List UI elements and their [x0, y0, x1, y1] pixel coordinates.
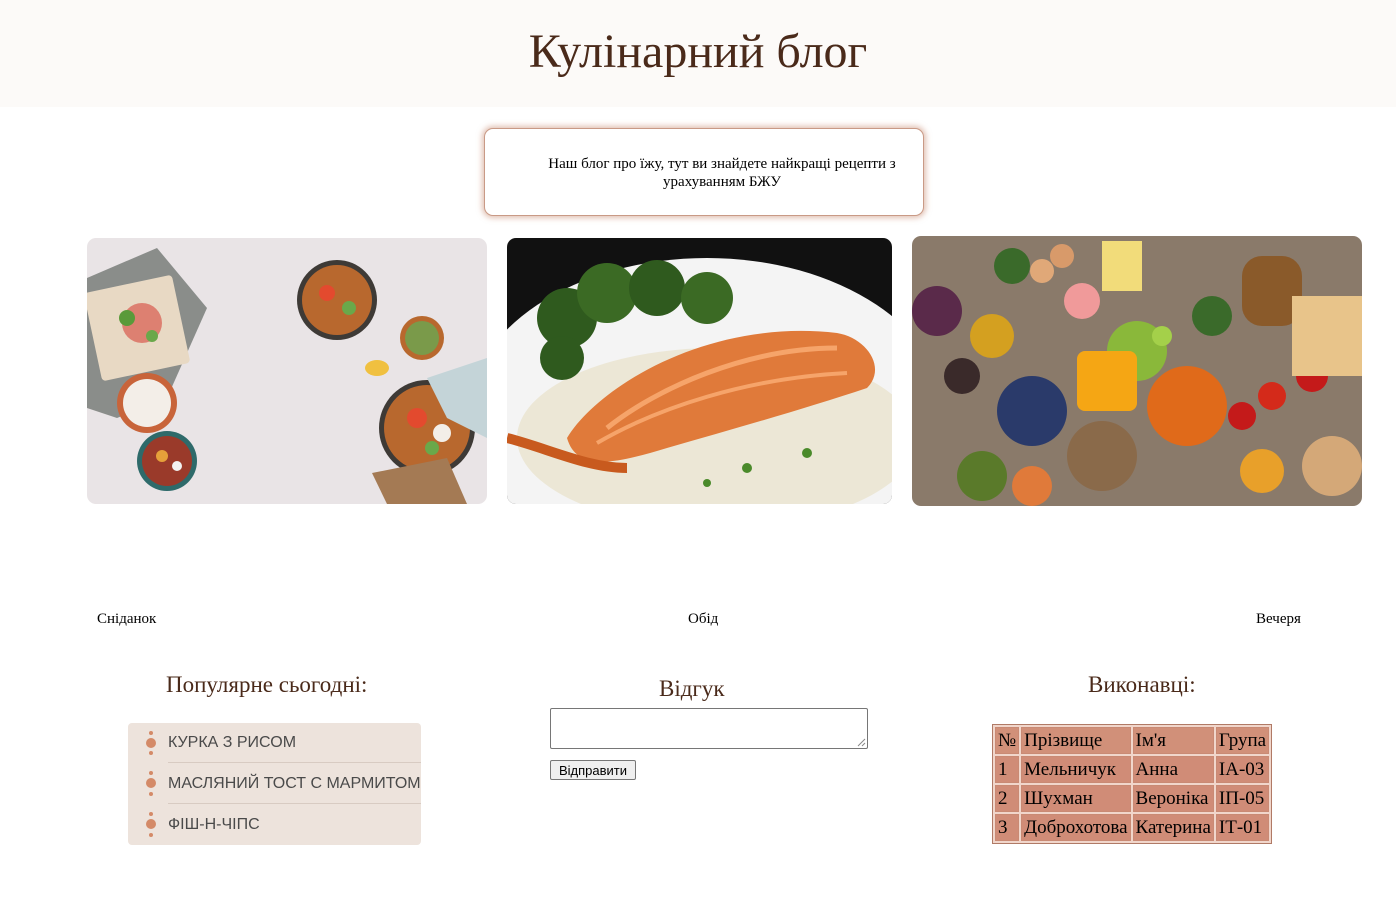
- bullet-tick: [149, 812, 153, 816]
- table-cell: Катерина: [1132, 814, 1214, 841]
- table-cell: ІТ-01: [1215, 814, 1270, 841]
- bullet-tick: [149, 833, 153, 837]
- salmon-photo: [507, 238, 892, 504]
- feedback-title: Відгук: [659, 676, 725, 701]
- meal-caption-dinner: Вечеря: [1256, 611, 1301, 627]
- authors-table: № Прізвище Ім'я Група 1 Мельничук Анна І…: [992, 724, 1273, 844]
- table-cell: Вероніка: [1132, 785, 1214, 812]
- table-row: 2 Шухман Вероніка ІП-05: [995, 785, 1270, 812]
- bullet-tick: [149, 771, 153, 775]
- meal-caption-lunch: Обід: [688, 611, 719, 627]
- page-title: Кулінарний блог: [528, 25, 868, 78]
- column-header: Ім'я: [1132, 727, 1214, 754]
- bullet-icon: [146, 778, 156, 788]
- table-header-row: № Прізвище Ім'я Група: [995, 727, 1270, 754]
- send-button[interactable]: Відправити: [550, 760, 636, 780]
- table-cell: Анна: [1132, 756, 1214, 783]
- table-row: 3 Доброхотова Катерина ІТ-01: [995, 814, 1270, 841]
- popular-item-fish-chips[interactable]: ФІШ-Н-ЧІПС: [168, 805, 421, 845]
- groceries-photo: [912, 236, 1362, 506]
- bullet-icon: [146, 819, 156, 829]
- bullet-tick: [149, 751, 153, 755]
- breakfast-image: [87, 238, 487, 504]
- intro-box: Наш блог про їжу, тут ви знайдете найкра…: [484, 128, 924, 216]
- popular-title: Популярне сьогодні:: [166, 672, 368, 697]
- bullet-icon: [146, 738, 156, 748]
- bullet-tick: [149, 731, 153, 735]
- table-cell: Мельничук: [1021, 756, 1131, 783]
- popular-item-marmite-toast[interactable]: МАСЛЯНИЙ ТОСТ С МАРМИТОМ: [168, 764, 421, 804]
- table-cell: 1: [995, 756, 1020, 783]
- intro-text: Наш блог про їжу, тут ви знайдете найкра…: [548, 156, 896, 190]
- site-header: Кулінарний блог: [0, 0, 1396, 107]
- table-cell: ІП-05: [1215, 785, 1270, 812]
- table-cell: ІА-03: [1215, 756, 1270, 783]
- table-cell: Шухман: [1021, 785, 1131, 812]
- table-cell: 2: [995, 785, 1020, 812]
- groceries-image: [912, 236, 1362, 506]
- breakfast-photo: [87, 238, 487, 504]
- authors-title: Виконавці:: [1088, 672, 1196, 697]
- table-row: 1 Мельничук Анна ІА-03: [995, 756, 1270, 783]
- bullet-tick: [149, 792, 153, 796]
- column-header: Прізвище: [1021, 727, 1131, 754]
- column-header: Група: [1215, 727, 1270, 754]
- feedback-textarea[interactable]: [550, 708, 868, 749]
- meal-caption-breakfast: Сніданок: [97, 611, 157, 627]
- popular-list: КУРКА З РИСОМ МАСЛЯНИЙ ТОСТ С МАРМИТОМ Ф…: [128, 723, 421, 845]
- popular-item-chicken-rice[interactable]: КУРКА З РИСОМ: [168, 723, 421, 763]
- table-cell: Доброхотова: [1021, 814, 1131, 841]
- resize-grip-icon[interactable]: [857, 738, 866, 747]
- column-header: №: [995, 727, 1020, 754]
- salmon-image: [507, 238, 892, 504]
- table-cell: 3: [995, 814, 1020, 841]
